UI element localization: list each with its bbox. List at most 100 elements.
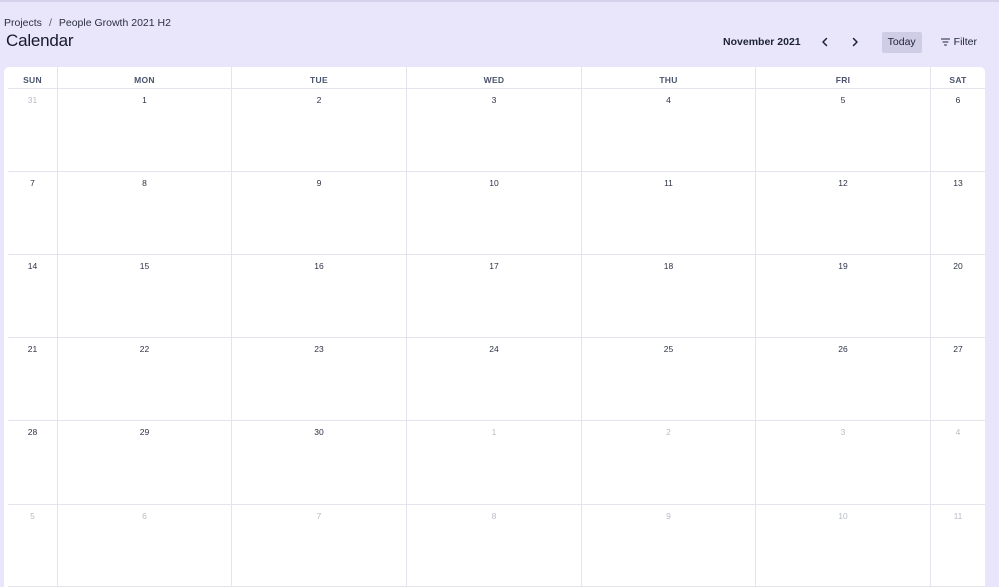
top-border (0, 0, 999, 2)
day-number: 9 (666, 511, 671, 521)
chevron-right-icon (852, 37, 858, 47)
calendar-day-cell[interactable]: 24 (407, 338, 582, 421)
filter-label: Filter (953, 36, 977, 48)
day-number: 4 (666, 95, 671, 105)
calendar-day-cell[interactable]: 17 (407, 255, 582, 338)
day-number: 9 (316, 178, 322, 188)
calendar-day-cell[interactable]: 9 (232, 172, 407, 255)
day-number: 13 (953, 178, 963, 188)
calendar-day-cell[interactable]: 10 (756, 505, 931, 587)
day-number: 3 (840, 427, 846, 437)
weekday-header-mon: MON (58, 67, 232, 89)
day-number: 10 (838, 511, 848, 521)
month-label: November 2021 (723, 36, 801, 48)
day-number: 30 (314, 427, 324, 437)
day-number: 16 (314, 261, 324, 271)
calendar-day-cell[interactable]: 4 (931, 421, 985, 505)
calendar-day-cell[interactable]: 12 (756, 172, 931, 255)
weekday-header-sun: SUN (8, 67, 58, 89)
calendar-day-cell[interactable]: 8 (58, 172, 232, 255)
day-number: 28 (27, 427, 38, 437)
calendar-day-cell[interactable]: 3 (407, 89, 582, 172)
breadcrumb-current[interactable]: People Growth 2021 H2 (59, 17, 171, 29)
calendar-day-cell[interactable]: 28 (8, 421, 58, 505)
calendar-day-cell[interactable]: 29 (58, 421, 232, 505)
day-number: 20 (953, 261, 963, 271)
calendar-day-cell[interactable]: 22 (58, 338, 232, 421)
calendar-day-cell[interactable]: 30 (232, 421, 407, 505)
calendar-month-view: SUN MON TUE WED THU FRI SAT 31 1 2 3 4 5 6 7 8 9 10 11 12 13… (4, 67, 985, 587)
calendar-day-cell[interactable]: 10 (407, 172, 582, 255)
calendar-day-cell[interactable]: 21 (8, 338, 58, 421)
chevron-left-icon (821, 37, 827, 47)
filter-button[interactable]: Filter (940, 36, 977, 48)
calendar-day-cell[interactable]: 19 (756, 255, 931, 338)
day-number: 10 (489, 178, 499, 188)
calendar-day-cell[interactable]: 4 (582, 89, 756, 172)
weekday-header-tue: TUE (232, 67, 407, 89)
day-number: 14 (27, 261, 38, 271)
calendar-day-cell[interactable]: 1 (407, 421, 582, 505)
calendar-day-cell[interactable]: 6 (931, 89, 985, 172)
calendar-day-cell[interactable]: 23 (232, 338, 407, 421)
day-number: 7 (316, 511, 322, 521)
filter-icon (940, 38, 950, 46)
calendar-day-cell[interactable]: 31 (8, 89, 58, 172)
calendar-day-cell[interactable]: 25 (582, 338, 756, 421)
calendar-day-cell[interactable]: 16 (232, 255, 407, 338)
calendar-day-cell[interactable]: 3 (756, 421, 931, 505)
calendar-day-cell[interactable]: 18 (582, 255, 756, 338)
calendar-day-cell[interactable]: 27 (931, 338, 985, 421)
calendar-day-cell[interactable]: 2 (582, 421, 756, 505)
day-number: 4 (955, 427, 961, 437)
day-number: 3 (491, 95, 497, 105)
day-number: 5 (30, 511, 35, 521)
day-number: 18 (663, 261, 674, 271)
day-number: 15 (139, 261, 150, 271)
weekday-header-sat: SAT (931, 67, 985, 89)
day-number: 7 (30, 178, 35, 188)
calendar-day-cell[interactable]: 9 (582, 505, 756, 587)
day-number: 21 (27, 344, 38, 354)
day-number: 1 (142, 95, 147, 105)
calendar-day-cell[interactable]: 1 (58, 89, 232, 172)
day-number: 12 (838, 178, 848, 188)
previous-month-button[interactable] (813, 31, 837, 53)
calendar-day-cell[interactable]: 15 (58, 255, 232, 338)
page-title: Calendar (6, 31, 74, 50)
day-number: 23 (314, 344, 324, 354)
day-number: 2 (666, 427, 671, 437)
day-number: 5 (840, 95, 846, 105)
breadcrumb-projects-link[interactable]: Projects (4, 17, 42, 29)
calendar-day-cell[interactable]: 6 (58, 505, 232, 587)
calendar-day-cell[interactable]: 11 (931, 505, 985, 587)
day-number: 29 (139, 427, 150, 437)
calendar-day-cell[interactable]: 8 (407, 505, 582, 587)
calendar-day-cell[interactable]: 11 (582, 172, 756, 255)
day-number: 11 (953, 511, 963, 521)
calendar-day-cell[interactable]: 13 (931, 172, 985, 255)
weekday-header-thu: THU (582, 67, 756, 89)
calendar-day-cell[interactable]: 7 (232, 505, 407, 587)
next-month-button[interactable] (843, 31, 867, 53)
day-number: 22 (139, 344, 150, 354)
day-number: 8 (491, 511, 497, 521)
day-number: 2 (316, 95, 322, 105)
calendar-day-cell[interactable]: 20 (931, 255, 985, 338)
calendar-day-cell[interactable]: 5 (756, 89, 931, 172)
calendar-toolbar: November 2021 Today Filter (723, 31, 999, 53)
breadcrumb-separator: / (48, 17, 52, 29)
calendar-day-cell[interactable]: 14 (8, 255, 58, 338)
day-number: 17 (489, 261, 499, 271)
day-number: 11 (664, 178, 673, 188)
today-button[interactable]: Today (881, 31, 922, 53)
calendar-day-cell[interactable]: 5 (8, 505, 58, 587)
day-number: 27 (953, 344, 963, 354)
calendar-day-cell[interactable]: 7 (8, 172, 58, 255)
breadcrumb: Projects / People Growth 2021 H2 (4, 17, 171, 29)
calendar-grid: SUN MON TUE WED THU FRI SAT 31 1 2 3 4 5 6 7 8 9 10 11 12 13… (8, 67, 985, 587)
day-number: 1 (491, 427, 497, 437)
weekday-header-wed: WED (407, 67, 582, 89)
calendar-day-cell[interactable]: 2 (232, 89, 407, 172)
calendar-day-cell[interactable]: 26 (756, 338, 931, 421)
